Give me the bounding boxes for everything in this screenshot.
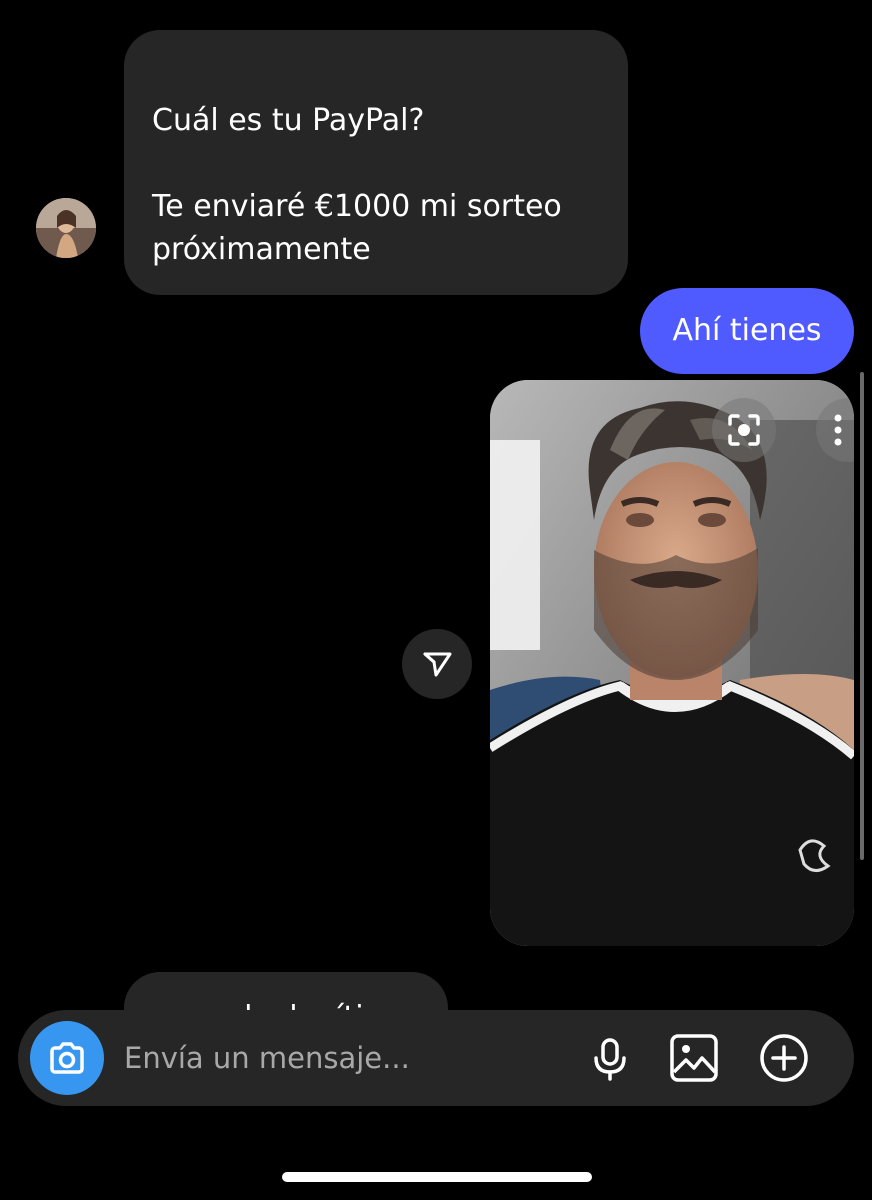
message-input[interactable] [124,1034,564,1082]
gallery-icon [670,1034,718,1082]
more-options-button[interactable] [816,398,854,462]
outgoing-message-text: Ahí tienes [672,313,822,348]
sender-avatar[interactable] [36,198,96,258]
camera-button[interactable] [30,1021,104,1095]
gallery-button[interactable] [668,1032,720,1084]
visual-search-button[interactable] [712,398,776,462]
send-icon [423,652,452,677]
partial-message-text: es real y legítimo [152,1000,411,1010]
microphone-icon [594,1038,626,1081]
more-vertical-icon [834,414,842,446]
scrollbar[interactable] [860,372,864,860]
home-indicator[interactable] [282,1172,592,1182]
add-attachment-button[interactable] [758,1032,810,1084]
partial-message-clip: es real y legítimo [124,972,448,1010]
incoming-message-text: Cuál es tu PayPal? Te enviaré €1000 mi s… [152,103,562,267]
camera-icon [50,1042,84,1074]
outgoing-message-bubble[interactable]: Ahí tienes [640,288,854,374]
avatar-photo [36,198,96,258]
voice-message-button[interactable] [584,1032,636,1084]
photo-image [490,380,854,946]
plus-circle-icon [760,1034,808,1082]
message-composer [18,1010,854,1106]
incoming-message-bubble[interactable]: Cuál es tu PayPal? Te enviaré €1000 mi s… [124,30,628,295]
shared-photo[interactable] [490,380,854,946]
visual-search-icon [728,414,760,446]
share-button[interactable] [402,629,472,699]
partial-incoming-bubble[interactable]: es real y legítimo [124,972,448,1010]
